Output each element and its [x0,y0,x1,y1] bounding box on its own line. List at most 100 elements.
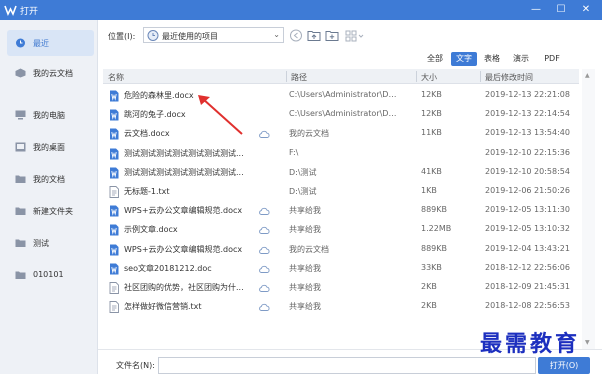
maximize-button[interactable]: ☐ [549,0,573,20]
file-modified: 2018-12-12 22:56:06 [485,262,570,272]
file-size: 11KB [421,128,442,138]
table-row[interactable]: 云文档.docx 我的云文档 11KB 2019-12-13 13:54:40 [103,124,579,143]
annotation-arrow-icon [198,95,243,135]
wps-logo-icon [4,5,17,16]
sidebar: 最近 我的云文档 我的电脑 我的桌面 我的文档 新建文件夹 测试 010101 [0,20,98,374]
sidebar-item-my-documents[interactable]: 我的文档 [7,166,94,192]
filter-spreadsheet[interactable]: 表格 [481,52,503,66]
cloud-icon [259,265,270,273]
desktop-icon [15,142,26,152]
column-header-name[interactable]: 名称 [108,72,124,83]
table-row[interactable]: 测试测试测试测试测试测试测试... F:\ 2019-12-10 22:15:36 [103,144,579,163]
sidebar-item-label: 我的文档 [33,175,65,184]
filter-presentation[interactable]: 演示 [510,52,532,66]
file-size: 1.22MB [421,224,452,234]
sidebar-item-cloud-docs[interactable]: 我的云文档 [7,60,94,86]
table-row[interactable]: 测试测试测试测试测试测试测试... D:\测试 41KB 2019-12-10 20:… [103,163,579,182]
file-modified: 2018-12-08 22:56:53 [485,301,570,311]
file-path: 共享给我 [289,225,321,235]
cloud-icon [259,284,270,292]
file-name: seo文章20181212.doc [124,263,212,273]
word-doc-icon [110,109,119,121]
file-name: 怎样做好微信营销.txt [124,302,202,312]
file-path: C:\Users\Administrator\Deskto... [289,109,401,119]
sidebar-item-recent[interactable]: 最近 [7,30,94,56]
table-row[interactable]: WPS+云办公文章编辑规范.docx 共享给我 889KB 2019-12-05 13… [103,201,579,220]
table-row[interactable]: 危险的森林里.docx C:\Users\Administrator\Deskto… [103,86,579,105]
word-doc-icon [110,263,119,275]
file-name: WPS+云办公文章编辑规范.docx [124,206,243,216]
column-header-path[interactable]: 路径 [291,72,307,83]
file-list-scrollbar[interactable]: ▲ ▼ [582,69,595,349]
file-modified: 2019-12-13 22:21:08 [485,90,570,99]
table-row[interactable]: 无标题-1.txt D:\测试 1KB 2019-12-06 21:50:26 [103,182,579,201]
sidebar-item-my-desktop[interactable]: 我的桌面 [7,134,94,160]
sidebar-item-label: 测试 [33,239,49,248]
filter-pdf[interactable]: PDF [540,52,564,66]
up-folder-icon[interactable] [307,29,321,42]
file-name: 危险的森林里.docx [124,91,194,100]
view-mode-icon[interactable] [345,29,365,42]
cloud-icon [259,208,270,216]
word-doc-icon [110,205,119,217]
location-value: 最近使用的项目 [162,32,218,41]
cloud-icon [259,246,270,254]
file-size: 1KB [421,186,437,195]
cloud-icon [259,131,270,139]
file-name: WPS+云办公文章编辑规范.docx [124,244,243,254]
close-button[interactable]: ✕ [574,0,598,20]
word-doc-icon [110,244,119,256]
file-name: 云文档.docx [124,129,170,139]
word-doc-icon [110,224,119,236]
file-size: 889KB [421,205,448,215]
file-path: F:\ [289,147,299,157]
file-name: 跳河的兔子.docx [124,110,186,120]
file-size: 12KB [421,109,442,119]
file-name: 测试测试测试测试测试测试测试... [124,167,244,177]
filter-text[interactable]: 文字 [451,52,477,66]
computer-icon [15,110,26,120]
sidebar-item-label: 010101 [33,270,64,279]
file-name: 无标题-1.txt [124,187,170,196]
table-row[interactable]: 社区团购的优势，社区团购为什... 共享给我 2KB 2018-12-09 21:45… [103,278,579,297]
filename-input[interactable] [158,357,536,374]
column-header-size[interactable]: 大小 [421,72,437,83]
title-bar: 打开 — ☐ ✕ [0,0,602,20]
file-path: D:\测试 [289,167,317,177]
sidebar-item-010101[interactable]: 010101 [7,262,94,288]
open-button[interactable]: 打开(O) [538,357,590,374]
cloud-doc-icon [15,68,26,78]
file-path: 共享给我 [289,206,321,216]
sidebar-item-new-folder[interactable]: 新建文件夹 [7,198,94,224]
scroll-down-icon[interactable]: ▼ [585,339,590,346]
column-header-modified[interactable]: 最后修改时间 [485,72,533,83]
file-modified: 2019-12-05 13:10:32 [485,224,570,234]
table-row[interactable]: WPS+云办公文章编辑规范.docx 我的云文档 889KB 2019-12-04 1… [103,240,579,259]
column-divider[interactable] [480,71,481,82]
back-icon[interactable] [289,29,303,42]
new-folder-icon[interactable] [325,29,339,42]
file-path: C:\Users\Administrator\Deskto... [289,90,401,99]
table-row[interactable]: seo文章20181212.doc 共享给我 33KB 2018-12-12 22:5… [103,259,579,278]
location-dropdown[interactable]: 最近使用的项目 ⌄ [143,27,284,43]
table-row[interactable]: 怎样做好微信营销.txt 共享给我 2KB 2018-12-08 22:56:53 [103,297,579,316]
window-title: 打开 [20,7,39,17]
file-name: 测试测试测试测试测试测试测试... [124,148,244,158]
column-divider[interactable] [286,71,287,82]
table-row[interactable]: 跳河的兔子.docx C:\Users\Administrator\Deskto.… [103,105,579,124]
scroll-up-icon[interactable]: ▲ [585,72,590,79]
minimize-button[interactable]: — [524,0,548,20]
file-path: 共享给我 [289,302,321,312]
word-doc-icon [110,128,119,140]
file-modified: 2019-12-10 20:58:54 [485,166,570,176]
sidebar-item-my-computer[interactable]: 我的电脑 [7,102,94,128]
folder-icon [15,175,26,183]
word-doc-icon [110,90,119,102]
file-modified: 2019-12-06 21:50:26 [485,186,570,195]
filter-all[interactable]: 全部 [424,52,446,66]
chevron-down-icon: ⌄ [273,30,280,39]
filename-label: 文件名(N): [116,361,155,370]
column-divider[interactable] [416,71,417,82]
table-row[interactable]: 示例文章.docx 共享给我 1.22MB 2019-12-05 13:10:32 [103,220,579,239]
sidebar-item-test[interactable]: 测试 [7,230,94,256]
